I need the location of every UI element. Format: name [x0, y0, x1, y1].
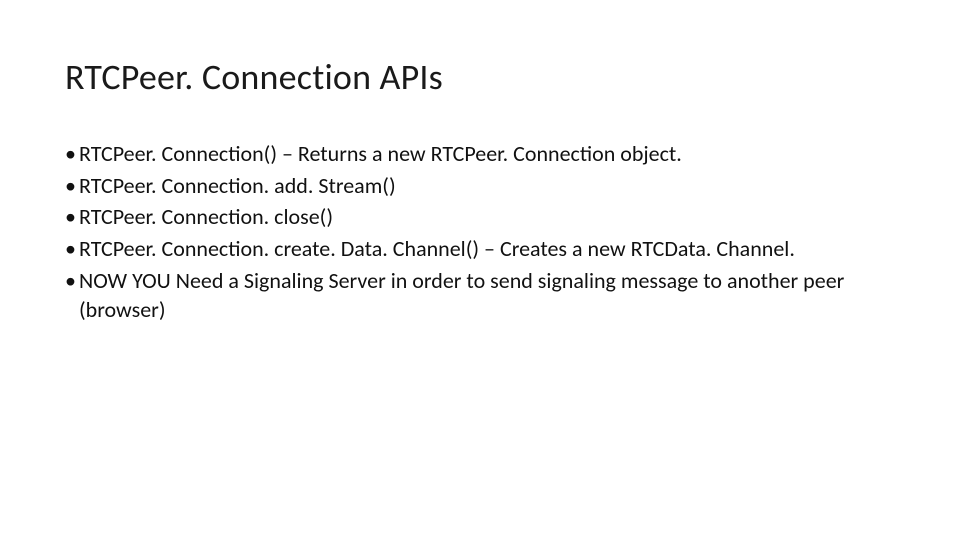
- list-item: • NOW YOU Need a Signaling Server in ord…: [65, 266, 895, 325]
- list-item-text: RTCPeer. Connection. create. Data. Chann…: [79, 234, 895, 264]
- bullet-list: • RTCPeer. Connection() – Returns a new …: [65, 139, 895, 325]
- list-item: • RTCPeer. Connection. add. Stream(): [65, 171, 895, 201]
- bullet-icon: •: [65, 234, 79, 264]
- list-item: • RTCPeer. Connection. close(): [65, 202, 895, 232]
- bullet-icon: •: [65, 171, 79, 201]
- slide-title: RTCPeer. Connection APIs: [65, 55, 895, 99]
- list-item: • RTCPeer. Connection() – Returns a new …: [65, 139, 895, 169]
- list-item-text: RTCPeer. Connection. close(): [79, 202, 895, 232]
- bullet-icon: •: [65, 266, 79, 296]
- list-item-text: NOW YOU Need a Signaling Server in order…: [79, 266, 895, 325]
- list-item-text: RTCPeer. Connection() – Returns a new RT…: [79, 139, 895, 169]
- list-item-text: RTCPeer. Connection. add. Stream(): [79, 171, 895, 201]
- bullet-icon: •: [65, 202, 79, 232]
- bullet-icon: •: [65, 139, 79, 169]
- list-item: • RTCPeer. Connection. create. Data. Cha…: [65, 234, 895, 264]
- slide: RTCPeer. Connection APIs • RTCPeer. Conn…: [0, 0, 960, 540]
